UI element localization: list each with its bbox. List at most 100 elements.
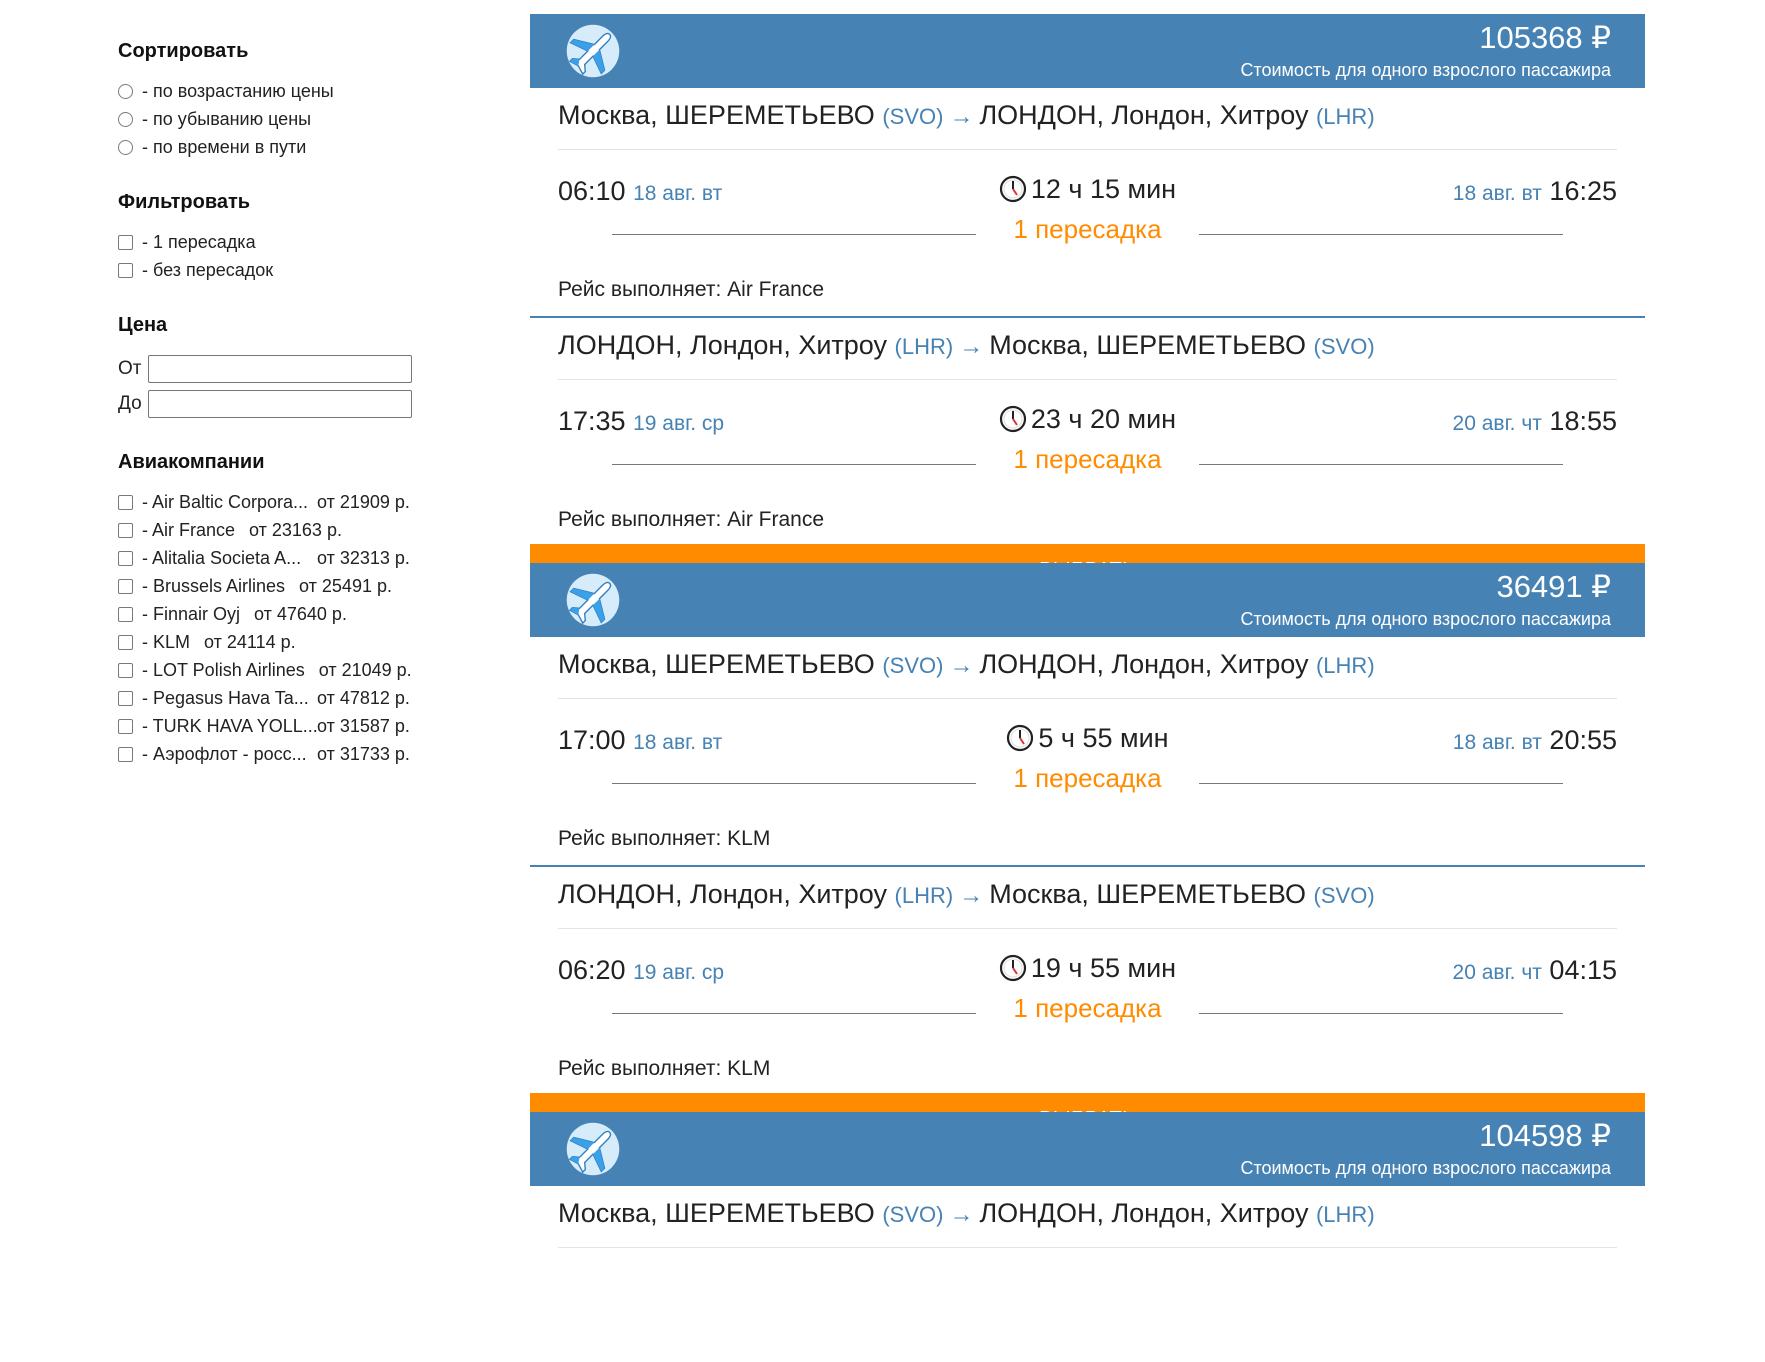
route: Москва, ШЕРЕМЕТЬЕВО (SVO) → ЛОНДОН, Лондон…	[558, 100, 1617, 150]
arrival-date: 20 авг. чт	[1452, 412, 1542, 435]
duration-text: 23 ч 20 мин	[1030, 404, 1177, 434]
airline-name: - Air France	[142, 519, 236, 540]
airline-checkbox[interactable]	[118, 634, 133, 650]
destination-city: Москва, ШЕРЕМЕТЬЕВО	[989, 879, 1307, 909]
price-to-row: До	[118, 386, 478, 421]
airline-checkbox[interactable]	[118, 494, 133, 510]
origin-code: (SVO)	[882, 1202, 944, 1227]
origin-code: (SVO)	[882, 653, 944, 678]
flight-leg: ЛОНДОН, Лондон, Хитроу (LHR) → Москва, ШЕР…	[530, 865, 1645, 1093]
airline-min-price: от 31733 р.	[317, 743, 410, 764]
clock-icon	[999, 175, 1027, 203]
airline-filter-item[interactable]: - Alitalia Societa A... от 32313 р.	[118, 544, 478, 572]
airline-min-price: от 47640 р.	[254, 603, 347, 624]
offer-price: 104598 ₽	[1479, 1118, 1611, 1153]
stops-count: 1 пересадка	[1013, 763, 1162, 793]
airline-min-price: от 25491 р.	[299, 575, 392, 596]
arrival-time: 04:15	[1549, 955, 1617, 985]
clock-icon	[999, 954, 1027, 982]
airline-filter-item[interactable]: - TURK HAVA YOLL... от 31587 р.	[118, 712, 478, 740]
stops-count: 1 пересадка	[1013, 444, 1162, 474]
sort-heading: Сортировать	[118, 40, 249, 62]
airline-checkbox[interactable]	[118, 746, 133, 762]
route: Москва, ШЕРЕМЕТЬЕВО (SVO) → ЛОНДОН, Лондон…	[558, 649, 1617, 699]
airline-name: - TURK HAVA YOLL...	[142, 715, 317, 736]
destination-city: ЛОНДОН, Лондон, Хитроу	[979, 1198, 1309, 1228]
filter-checkbox[interactable]	[118, 262, 133, 278]
airlines-section: Авиакомпании - Air Baltic Corpora... от 2…	[118, 451, 478, 768]
airline-filter-item[interactable]: - Brussels Airlines от 25491 р.	[118, 572, 478, 600]
sort-option-price-asc[interactable]: - по возрастанию цены	[118, 77, 478, 105]
airline-name: - Air Baltic Corpora...	[142, 491, 309, 512]
stops-count: 1 пересадка	[1013, 214, 1162, 244]
sort-radio[interactable]	[118, 111, 133, 127]
offer-header: 105368 ₽ Стоимость для одного взрослого п…	[530, 14, 1645, 88]
airline-filter-item[interactable]: - Air France от 23163 р.	[118, 516, 478, 544]
price-from-row: От	[118, 351, 478, 386]
airline-filter-item[interactable]: - Аэрофлот - росс... от 31733 р.	[118, 740, 478, 768]
origin-city: Москва, ШЕРЕМЕТЬЕВО	[558, 100, 875, 130]
airline-name: - Finnair Oyj	[142, 603, 241, 624]
arrival: 18 авг. вт 16:25	[1453, 176, 1617, 207]
duration-text: 12 ч 15 мин	[1030, 174, 1177, 204]
price-from-label: От	[118, 357, 142, 379]
sort-radio[interactable]	[118, 139, 133, 155]
airline-filter-item[interactable]: - KLM от 24114 р.	[118, 628, 478, 656]
origin-code: (LHR)	[894, 883, 954, 908]
plane-icon	[564, 571, 622, 629]
airline-name: - Аэрофлот - росс...	[142, 743, 307, 764]
price-to-label: До	[118, 392, 142, 414]
airline-name: - Alitalia Societa A...	[142, 547, 302, 568]
clock-icon	[999, 405, 1027, 433]
airline-checkbox[interactable]	[118, 550, 133, 566]
sort-option-price-desc[interactable]: - по убыванию цены	[118, 105, 478, 133]
airline-checkbox[interactable]	[118, 522, 133, 538]
flight-offer-card: 105368 ₽ Стоимость для одного взрослого п…	[530, 14, 1645, 596]
clock-icon	[1006, 724, 1034, 752]
price-section: Цена От До	[118, 314, 478, 421]
plane-icon	[564, 22, 622, 80]
arrow-right-icon: →	[959, 882, 984, 909]
sort-option-duration[interactable]: - по времени в пути	[118, 133, 478, 161]
filter-one-stop[interactable]: - 1 пересадка	[118, 228, 478, 256]
arrival-date: 18 авг. вт	[1452, 731, 1542, 754]
airline-min-price: от 21909 р.	[317, 491, 410, 512]
origin-city: ЛОНДОН, Лондон, Хитроу	[558, 330, 888, 360]
filter-nonstop[interactable]: - без пересадок	[118, 256, 478, 284]
airline-filter-item[interactable]: - Air Baltic Corpora... от 21909 р.	[118, 488, 478, 516]
destination-code: (SVO)	[1313, 334, 1375, 359]
arrival-time: 16:25	[1549, 176, 1617, 206]
airline-min-price: от 32313 р.	[317, 547, 410, 568]
airline-filter-item[interactable]: - Pegasus Hava Ta... от 47812 р.	[118, 684, 478, 712]
price-note: Стоимость для одного взрослого пассажира	[1240, 60, 1611, 80]
airline-filter-item[interactable]: - Finnair Oyj от 47640 р.	[118, 600, 478, 628]
carrier: Рейс выполняет: Air France	[558, 278, 825, 301]
airline-checkbox[interactable]	[118, 718, 133, 734]
airline-checkbox[interactable]	[118, 578, 133, 594]
airline-name: - KLM	[142, 631, 191, 652]
origin-code: (SVO)	[882, 104, 944, 129]
airline-name: - Pegasus Hava Ta...	[142, 687, 309, 708]
price-from-input[interactable]	[148, 354, 412, 383]
carrier: Рейс выполняет: KLM	[558, 827, 771, 850]
price-to-input[interactable]	[148, 389, 412, 418]
plane-icon	[564, 1120, 622, 1178]
airlines-heading: Авиакомпании	[118, 451, 265, 473]
sort-radio[interactable]	[118, 83, 133, 99]
filter-checkbox[interactable]	[118, 234, 133, 250]
airline-min-price: от 23163 р.	[249, 519, 342, 540]
price-note: Стоимость для одного взрослого пассажира	[1240, 609, 1611, 629]
origin-city: Москва, ШЕРЕМЕТЬЕВО	[558, 649, 875, 679]
airline-name: - LOT Polish Airlines	[142, 659, 305, 680]
flight-leg: Москва, ШЕРЕМЕТЬЕВО (SVO) → ЛОНДОН, Лондон…	[530, 88, 1645, 316]
airline-checkbox[interactable]	[118, 606, 133, 622]
airline-checkbox[interactable]	[118, 690, 133, 706]
airline-filter-item[interactable]: - LOT Polish Airlines от 21049 р.	[118, 656, 478, 684]
arrival-date: 18 авг. вт	[1452, 182, 1542, 205]
flight-offer-card: 36491 ₽ Стоимость для одного взрослого па…	[530, 563, 1645, 1145]
flight-leg: ЛОНДОН, Лондон, Хитроу (LHR) → Москва, ШЕР…	[530, 316, 1645, 544]
destination-city: Москва, ШЕРЕМЕТЬЕВО	[989, 330, 1307, 360]
duration-text: 5 ч 55 мин	[1038, 723, 1169, 753]
sort-section: Сортировать - по возрастанию цены - по у…	[118, 40, 478, 161]
airline-checkbox[interactable]	[118, 662, 133, 678]
